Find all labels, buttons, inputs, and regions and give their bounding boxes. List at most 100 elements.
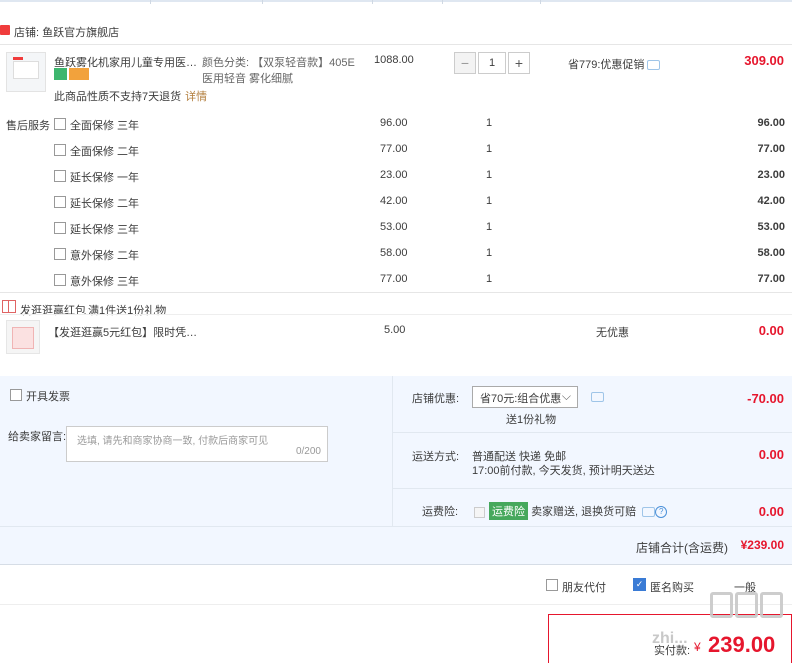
message-input[interactable]: 选填, 请先和商家协商一致, 付款后商家可见 0/200 bbox=[66, 426, 328, 462]
message-counter: 0/200 bbox=[295, 446, 321, 457]
store-total-label: 店铺合计(含运费) bbox=[636, 541, 728, 555]
store-name[interactable]: 店铺: 鱼跃官方旗舰店 bbox=[14, 24, 119, 40]
service-qty: 1 bbox=[486, 221, 493, 233]
service-total: 77.00 bbox=[757, 143, 785, 155]
divider bbox=[0, 292, 792, 293]
gift-price: 5.00 bbox=[384, 324, 406, 336]
service-price: 53.00 bbox=[380, 221, 408, 233]
service-checkbox[interactable] bbox=[54, 118, 66, 130]
quantity-input[interactable]: 1 bbox=[478, 52, 506, 74]
gift-promo: 无优惠 bbox=[596, 327, 629, 339]
divider bbox=[0, 314, 792, 315]
plus-button[interactable]: + bbox=[508, 52, 530, 74]
gift-thumbnail[interactable] bbox=[6, 320, 40, 354]
product-total: 309.00 bbox=[744, 53, 784, 68]
store-discount-label: 店铺优惠: bbox=[412, 393, 460, 405]
gift-total: 0.00 bbox=[758, 323, 784, 338]
friend-pay-checkbox[interactable] bbox=[546, 579, 558, 591]
minus-button[interactable]: − bbox=[454, 52, 476, 74]
service-checkbox[interactable] bbox=[54, 144, 66, 156]
service-qty: 1 bbox=[486, 195, 493, 207]
service-qty: 1 bbox=[486, 117, 493, 129]
store-discount-note: 送1份礼物 bbox=[506, 414, 557, 426]
return-policy: 此商品性质不支持7天退货 详情 bbox=[54, 91, 208, 103]
service-total: 23.00 bbox=[757, 169, 785, 181]
store-icon bbox=[0, 25, 10, 35]
service-checkbox[interactable] bbox=[54, 274, 66, 286]
service-checkbox[interactable] bbox=[54, 248, 66, 260]
chat-icon[interactable] bbox=[647, 60, 661, 71]
service-total: 77.00 bbox=[757, 273, 785, 285]
gift-title: 发逛逛赢红包 bbox=[20, 305, 86, 317]
shipping-label: 运送方式: bbox=[412, 451, 460, 463]
help-icon[interactable]: ? bbox=[655, 506, 668, 519]
service-price: 77.00 bbox=[380, 143, 408, 155]
service-qty: 1 bbox=[486, 247, 493, 259]
product-attr: 颜色分类: 【双泵轻音款】405E bbox=[202, 57, 355, 69]
service-row[interactable]: 延长保修 三年 53.00 1 53.00 bbox=[0, 221, 792, 247]
panel-divider bbox=[392, 376, 393, 526]
store-discount-select[interactable]: 省70元:组合优惠 ⌵ bbox=[472, 386, 578, 408]
service-row[interactable]: 全面保修 二年 77.00 1 77.00 bbox=[0, 143, 792, 169]
policy-detail-link[interactable]: 详情 bbox=[185, 91, 207, 103]
service-total: 42.00 bbox=[757, 195, 785, 207]
service-row[interactable]: 延长保修 一年 23.00 1 23.00 bbox=[0, 169, 792, 195]
store-total-amount: ¥239.00 bbox=[740, 538, 784, 552]
gift-subtitle: 满1件送1份礼物 bbox=[88, 305, 167, 317]
friend-pay-label: 朋友代付 bbox=[562, 582, 606, 594]
watermark-logo bbox=[710, 592, 794, 620]
service-row[interactable]: 意外保修 二年 58.00 1 58.00 bbox=[0, 247, 792, 273]
divider bbox=[0, 526, 792, 527]
order-options-panel bbox=[0, 376, 792, 564]
divider bbox=[0, 44, 792, 45]
service-row[interactable]: 全面保修 三年 96.00 1 96.00 bbox=[0, 117, 792, 143]
service-price: 58.00 bbox=[380, 247, 408, 259]
service-name: 全面保修 三年 bbox=[70, 120, 140, 132]
service-row[interactable]: 意外保修 三年 77.00 1 77.00 bbox=[0, 273, 792, 299]
card-icon bbox=[69, 68, 89, 81]
service-total: 58.00 bbox=[757, 247, 785, 259]
service-name: 意外保修 三年 bbox=[70, 276, 140, 288]
product-promo: 省779:优惠促销 bbox=[568, 56, 661, 72]
divider bbox=[0, 564, 792, 565]
shipping-amount: 0.00 bbox=[758, 447, 784, 462]
product-price: 1088.00 bbox=[374, 54, 414, 66]
chat-icon[interactable] bbox=[591, 392, 604, 402]
service-name: 全面保修 二年 bbox=[70, 146, 140, 158]
insurance-checkbox[interactable] bbox=[474, 506, 485, 518]
product-badges bbox=[54, 68, 91, 81]
service-price: 77.00 bbox=[380, 273, 408, 285]
divider bbox=[392, 488, 792, 489]
chevron-down-icon: ⌵ bbox=[561, 389, 571, 403]
insurance-info: 运费险 卖家赠送, 退换货可赔 ? bbox=[474, 502, 668, 520]
service-name: 延长保修 一年 bbox=[70, 172, 140, 184]
service-checkbox[interactable] bbox=[54, 222, 66, 234]
service-total: 53.00 bbox=[757, 221, 785, 233]
insurance-amount: 0.00 bbox=[758, 504, 784, 519]
service-qty: 1 bbox=[486, 273, 493, 285]
invoice-label: 开具发票 bbox=[26, 391, 70, 403]
anonymous-checkbox[interactable]: ✓ bbox=[633, 578, 646, 591]
divider bbox=[392, 432, 792, 433]
anonymous-label: 匿名购买 bbox=[650, 582, 694, 594]
store-discount-amount: -70.00 bbox=[747, 391, 784, 406]
gift-name[interactable]: 【发逛逛赢5元红包】限时凭证-... bbox=[48, 324, 198, 340]
service-checkbox[interactable] bbox=[54, 196, 66, 208]
service-checkbox[interactable] bbox=[54, 170, 66, 182]
invoice-checkbox[interactable] bbox=[10, 389, 22, 401]
pay-amount: 239.00 bbox=[708, 632, 776, 657]
gift-icon bbox=[2, 300, 16, 313]
service-name: 意外保修 二年 bbox=[70, 250, 140, 262]
top-divider bbox=[0, 0, 792, 4]
product-thumbnail[interactable] bbox=[6, 52, 46, 92]
service-row[interactable]: 延长保修 二年 42.00 1 42.00 bbox=[0, 195, 792, 221]
service-price: 42.00 bbox=[380, 195, 408, 207]
service-qty: 1 bbox=[486, 143, 493, 155]
product-attr-2: 医用轻音 雾化细腻 bbox=[202, 73, 294, 85]
message-label: 给卖家留言: bbox=[8, 431, 67, 443]
service-name: 延长保修 二年 bbox=[70, 198, 140, 210]
chat-icon[interactable] bbox=[642, 507, 656, 518]
divider bbox=[0, 604, 792, 605]
shield-icon bbox=[54, 68, 67, 81]
quantity-stepper[interactable]: − 1 + bbox=[454, 52, 530, 74]
